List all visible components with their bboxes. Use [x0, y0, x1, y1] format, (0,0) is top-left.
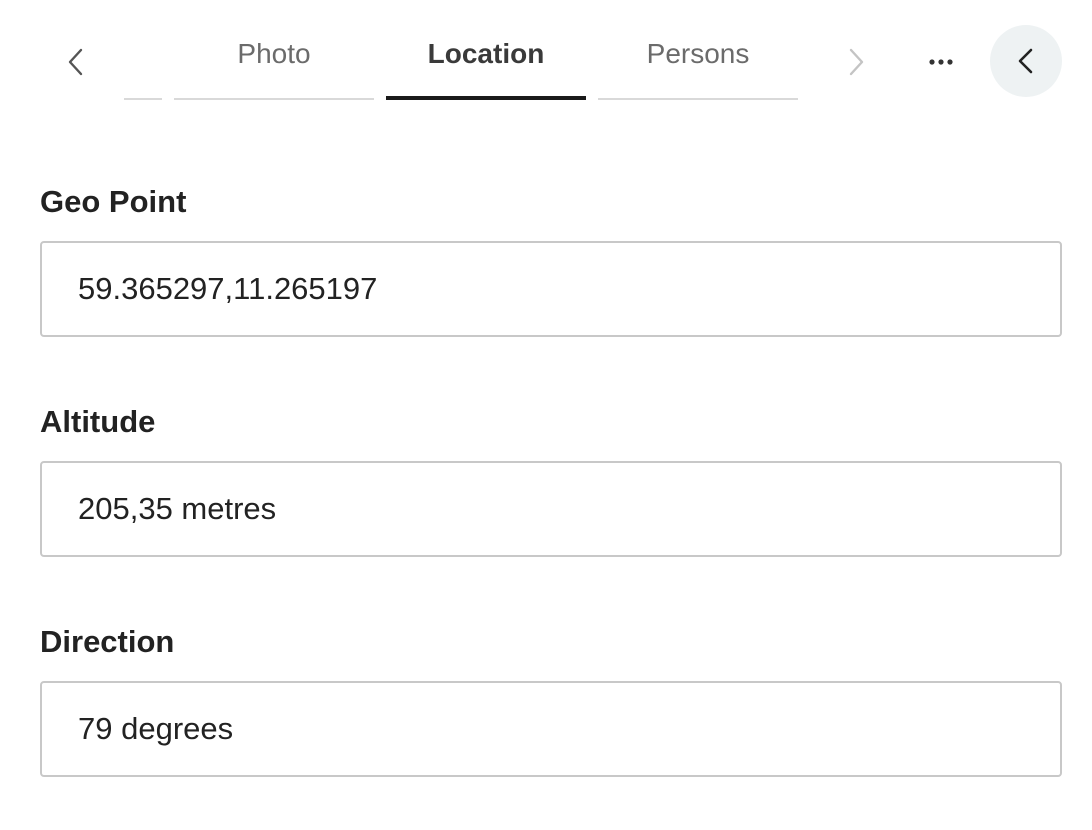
location-panel: s Photo Location Persons [0, 0, 1092, 830]
direction-label: Direction [40, 624, 175, 659]
altitude-label: Altitude [40, 404, 156, 439]
altitude-input[interactable] [40, 461, 1062, 557]
geo-point-input[interactable] [40, 241, 1062, 337]
tab-photo[interactable]: Photo [174, 38, 374, 100]
tabs-next-button[interactable] [838, 40, 874, 84]
tab-persons-label: Persons [646, 38, 750, 69]
tab-bar: s Photo Location Persons [0, 0, 1092, 110]
tab-photo-label: Photo [237, 38, 311, 69]
tab-location-label: Location [427, 38, 545, 69]
geo-point-label: Geo Point [40, 184, 187, 219]
tab-partial[interactable]: s [124, 38, 162, 100]
chevron-right-icon [849, 48, 864, 76]
collapse-panel-button[interactable] [990, 25, 1062, 97]
tab-persons[interactable]: Persons [598, 38, 798, 100]
chevron-left-icon [68, 48, 83, 76]
more-options-button[interactable] [918, 40, 964, 84]
tab-location[interactable]: Location [386, 38, 586, 100]
direction-input[interactable] [40, 681, 1062, 777]
tabs-prev-button[interactable] [58, 40, 94, 84]
more-horizontal-icon [929, 59, 953, 65]
chevron-left-icon [1018, 48, 1033, 74]
